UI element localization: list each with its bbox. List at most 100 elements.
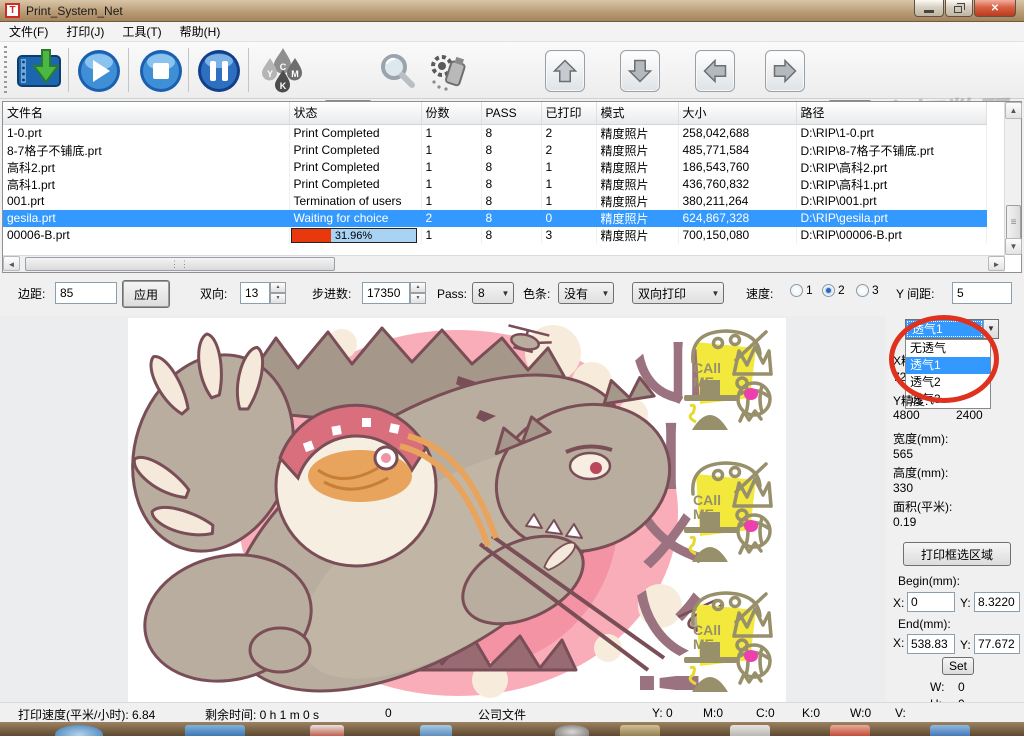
move-left-button[interactable] xyxy=(695,50,735,92)
print-mode-combobox[interactable]: 双向打印 ▼ xyxy=(632,282,724,304)
spin-up-icon[interactable]: ▲ xyxy=(270,282,286,293)
ygap-input[interactable] xyxy=(952,282,1012,304)
pass-combobox[interactable]: 8 ▼ xyxy=(472,282,514,304)
table-row-selected[interactable]: gesila.prtWaiting for choice280精度照片624,8… xyxy=(3,210,986,227)
pass-value: 8 xyxy=(473,286,498,300)
col-filename[interactable]: 文件名 xyxy=(3,102,289,124)
speed-radio-2[interactable]: 2 xyxy=(822,283,845,297)
speed-radio-1[interactable]: 1 xyxy=(790,283,813,297)
menu-tools[interactable]: 工具(T) xyxy=(113,21,170,42)
scroll-right-icon[interactable]: ► xyxy=(988,256,1005,271)
col-path[interactable]: 路径 xyxy=(796,102,986,124)
begin-y-input[interactable] xyxy=(974,592,1020,612)
restore-button[interactable] xyxy=(945,0,973,17)
title-bar[interactable]: T Print_System_Net ✕ xyxy=(0,0,1024,22)
menu-help[interactable]: 帮助(H) xyxy=(171,21,230,42)
minimize-button[interactable] xyxy=(914,0,944,17)
spin-down-icon[interactable]: ▼ xyxy=(410,293,426,304)
close-button[interactable]: ✕ xyxy=(974,0,1016,17)
vent-value: 透气1 xyxy=(907,321,982,337)
taskbar-app-icon[interactable] xyxy=(930,725,970,736)
taskbar-app-icon[interactable] xyxy=(730,725,770,736)
arrow-up-icon xyxy=(550,56,580,86)
menu-file[interactable]: 文件(F) xyxy=(0,21,57,42)
scroll-left-icon[interactable]: ◄ xyxy=(3,256,20,271)
scroll-up-icon[interactable]: ▲ xyxy=(1005,102,1022,119)
table-row[interactable]: 001.prtTermination of users181精度照片380,21… xyxy=(3,193,986,210)
arrow-down-icon xyxy=(625,56,655,86)
clean-head-button[interactable] xyxy=(424,48,472,97)
vertical-scroll-thumb[interactable] xyxy=(1006,205,1021,241)
menu-print[interactable]: 打印(J) xyxy=(57,21,113,42)
radio-icon xyxy=(856,284,869,297)
toolbar-gripper[interactable] xyxy=(4,46,7,94)
margin-input[interactable] xyxy=(55,282,117,304)
arrow-left-icon xyxy=(700,56,730,86)
scroll-down-icon[interactable]: ▼ xyxy=(1005,238,1022,255)
col-pass[interactable]: PASS xyxy=(481,102,541,124)
windows-taskbar[interactable] xyxy=(0,722,1024,736)
import-job-button[interactable] xyxy=(16,48,62,95)
zoom-tool-button[interactable] xyxy=(378,52,416,93)
bidirectional-spinner[interactable]: ▲ ▼ xyxy=(270,282,286,304)
status-ink-v: V: xyxy=(895,706,906,720)
cmyk-channels-button[interactable]: C M Y K xyxy=(258,46,308,99)
spin-down-icon[interactable]: ▼ xyxy=(270,293,286,304)
end-y-input[interactable] xyxy=(974,634,1020,654)
move-down-button[interactable] xyxy=(620,50,660,92)
caption-buttons: ✕ xyxy=(913,0,1016,17)
vent-option-1-selected[interactable]: 透气1 xyxy=(906,357,990,374)
move-up-button[interactable] xyxy=(545,50,585,92)
y-precision-value-2: 2400 xyxy=(956,408,983,422)
col-copies[interactable]: 份数 xyxy=(421,102,481,124)
status-ink-k: K:0 xyxy=(802,706,820,720)
horizontal-scrollbar[interactable]: ◄ ► xyxy=(3,255,1005,272)
col-status[interactable]: 状态 xyxy=(289,102,421,124)
table-row[interactable]: 高科1.prtPrint Completed181精度照片436,760,832… xyxy=(3,176,986,193)
colorbar-combobox[interactable]: 没有 ▼ xyxy=(558,282,614,304)
set-button[interactable]: Set xyxy=(942,657,974,675)
vent-option-none[interactable]: 无透气 xyxy=(906,340,990,357)
col-size[interactable]: 大小 xyxy=(678,102,796,124)
vent-option-2[interactable]: 透气2 xyxy=(906,374,990,391)
taskbar-app-icon[interactable] xyxy=(555,725,589,736)
end-x-input[interactable] xyxy=(907,634,955,654)
play-button[interactable] xyxy=(76,48,122,97)
artwork-godzilla-ramen: CAll ME, xyxy=(128,318,786,702)
pass-label: Pass: xyxy=(437,283,467,305)
vertical-scrollbar[interactable]: ▲ ▼ xyxy=(1004,102,1021,255)
table-row[interactable]: 1-0.prtPrint Completed182精度照片258,042,688… xyxy=(3,124,986,142)
horizontal-scroll-thumb[interactable] xyxy=(25,257,335,271)
taskbar-app-icon[interactable] xyxy=(185,725,245,736)
vent-combobox[interactable]: 透气1 ▼ xyxy=(905,319,999,339)
stop-button[interactable] xyxy=(138,48,184,97)
step-spinner[interactable]: ▲ ▼ xyxy=(410,282,426,304)
preview-area: CAll ME, xyxy=(0,316,1024,702)
begin-label: Begin(mm): xyxy=(898,574,960,588)
start-orb-icon[interactable] xyxy=(55,725,103,736)
print-preview-canvas[interactable]: CAll ME, xyxy=(128,318,786,702)
width-value: 565 xyxy=(893,447,913,461)
table-row[interactable]: 高科2.prtPrint Completed181精度照片186,543,760… xyxy=(3,159,986,176)
table-row[interactable]: 8-7格子不铺底.prtPrint Completed182精度照片485,77… xyxy=(3,142,986,159)
bidirectional-input[interactable] xyxy=(240,282,270,304)
table-row[interactable]: 00006-B.prt 31.96% 183精度照片700,150,080D:\… xyxy=(3,227,986,244)
close-icon: ✕ xyxy=(991,3,999,14)
taskbar-app-icon[interactable] xyxy=(310,725,344,736)
col-mode[interactable]: 模式 xyxy=(596,102,678,124)
apply-button[interactable]: 应用 xyxy=(122,280,170,308)
step-input[interactable] xyxy=(362,282,410,304)
speed-radio-3[interactable]: 3 xyxy=(856,283,879,297)
select-print-area-button[interactable]: 打印框选区域 xyxy=(903,542,1011,566)
col-printed[interactable]: 已打印 xyxy=(541,102,596,124)
taskbar-app-icon[interactable] xyxy=(620,725,660,736)
move-right-button[interactable] xyxy=(765,50,805,92)
taskbar-app-icon[interactable] xyxy=(420,725,452,736)
chevron-down-icon: ▼ xyxy=(983,320,998,338)
taskbar-app-icon[interactable] xyxy=(830,725,870,736)
restore-icon xyxy=(954,6,962,13)
pause-button[interactable] xyxy=(196,48,242,97)
status-count: 0 xyxy=(385,706,392,720)
begin-x-input[interactable] xyxy=(907,592,955,612)
spin-up-icon[interactable]: ▲ xyxy=(410,282,426,293)
